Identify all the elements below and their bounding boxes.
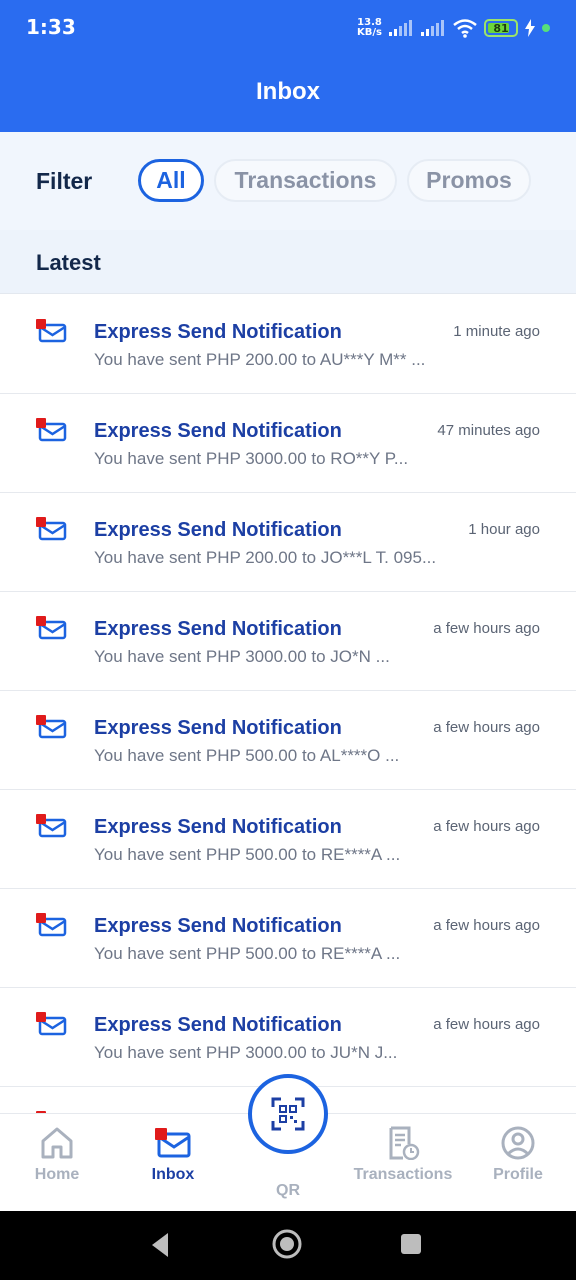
- message-time: 1 minute ago: [453, 323, 540, 340]
- nav-profile[interactable]: Profile: [463, 1126, 573, 1206]
- envelope-unread-icon: [36, 814, 67, 838]
- filter-label: Filter: [36, 168, 93, 194]
- nav-transactions[interactable]: Transactions: [348, 1126, 458, 1206]
- nav-home[interactable]: Home: [2, 1126, 112, 1206]
- nav-label: Inbox: [151, 1166, 195, 1183]
- nav-label: Profile: [493, 1166, 543, 1183]
- message-title: Express Send Notification: [94, 420, 342, 442]
- message-title: Express Send Notification: [94, 717, 342, 739]
- message-title: Express Send Notification: [94, 816, 342, 838]
- filter-chip-label: Promos: [426, 167, 512, 193]
- list-item[interactable]: Express Send Notification a few hours ag…: [0, 889, 576, 988]
- filter-chip-label: Transactions: [234, 167, 377, 193]
- envelope-unread-icon: [36, 616, 67, 640]
- nav-inbox[interactable]: Inbox: [118, 1126, 228, 1206]
- status-bar: 1:33 13.8 KB/s 81: [0, 0, 576, 56]
- home-circle-icon[interactable]: [271, 1228, 303, 1260]
- battery-icon: 81: [484, 19, 518, 37]
- list-item[interactable]: Express Send Notification 47 minutes ago…: [0, 394, 576, 493]
- battery-percent: 81: [493, 21, 509, 35]
- filter-chip-promos[interactable]: Promos: [407, 159, 531, 202]
- network-speed-unit: KB/s: [357, 27, 382, 38]
- recents-icon[interactable]: [399, 1232, 423, 1256]
- message-title: Express Send Notification: [94, 915, 342, 937]
- envelope-unread-icon: [36, 517, 67, 541]
- filter-chip-all[interactable]: All: [138, 159, 204, 202]
- signal-icon-2: [421, 20, 444, 36]
- profile-icon: [501, 1126, 535, 1160]
- message-preview: You have sent PHP 3000.00 to JO*N ...: [94, 647, 390, 666]
- message-time: a few hours ago: [433, 818, 540, 835]
- network-speed: 13.8 KB/s: [357, 18, 382, 38]
- message-list: Express Send Notification 1 minute ago Y…: [0, 295, 576, 1113]
- message-preview: You have sent PHP 3000.00 to RO**Y P...: [94, 449, 409, 468]
- message-preview: You have sent PHP 500.00 to RE****A ...: [94, 944, 401, 963]
- envelope-unread-icon: [36, 1012, 67, 1036]
- message-preview: You have sent PHP 200.00 to AU***Y M** .…: [94, 350, 426, 369]
- nav-label: Home: [34, 1166, 80, 1183]
- qr-scan-icon: [271, 1097, 305, 1131]
- message-preview: You have sent PHP 3000.00 to JU*N J...: [94, 1043, 398, 1062]
- charging-icon: [525, 19, 535, 37]
- message-time: a few hours ago: [433, 719, 540, 736]
- message-time: a few hours ago: [433, 1016, 540, 1033]
- page-title: Inbox: [256, 78, 320, 105]
- home-icon: [41, 1127, 73, 1159]
- status-time: 1:33: [26, 15, 76, 39]
- nav-label: Transactions: [353, 1166, 453, 1183]
- message-time: 47 minutes ago: [437, 422, 540, 439]
- list-item[interactable]: Express Send Notification 1 hour ago You…: [0, 493, 576, 592]
- nav-label: QR: [276, 1182, 300, 1199]
- message-title: Express Send Notification: [94, 321, 342, 343]
- wifi-icon: [453, 19, 477, 38]
- message-time: a few hours ago: [433, 917, 540, 934]
- message-preview: You have sent PHP 500.00 to RE****A ...: [94, 845, 401, 864]
- message-title: Express Send Notification: [94, 1014, 342, 1036]
- message-title: Express Send Notification: [94, 618, 342, 640]
- list-item[interactable]: Express Send Notification a few hours ag…: [0, 592, 576, 691]
- receipt-icon: [389, 1126, 420, 1160]
- back-icon[interactable]: [148, 1230, 172, 1260]
- envelope-unread-icon: [36, 319, 67, 343]
- message-time: 1 hour ago: [468, 521, 540, 538]
- section-header: Latest: [0, 230, 576, 294]
- qr-scan-button[interactable]: [248, 1074, 328, 1154]
- list-item[interactable]: Express Send Notification a few hours ag…: [0, 691, 576, 790]
- system-nav-bar: [0, 1211, 576, 1280]
- inbox-icon: [155, 1128, 191, 1158]
- section-title: Latest: [36, 250, 101, 275]
- envelope-unread-icon: [36, 913, 67, 937]
- signal-icon: [389, 20, 412, 36]
- list-item[interactable]: Express Send Notification a few hours ag…: [0, 988, 576, 1087]
- status-icons: 13.8 KB/s 81: [357, 16, 550, 40]
- message-preview: You have sent PHP 200.00 to JO***L T. 09…: [94, 548, 437, 567]
- list-item[interactable]: Express Send Notification 1 minute ago Y…: [0, 295, 576, 394]
- filter-bar: Filter All Transactions Promos: [0, 132, 576, 230]
- message-title: Express Send Notification: [94, 519, 342, 541]
- privacy-dot-icon: [542, 24, 550, 32]
- message-time: a few hours ago: [433, 620, 540, 637]
- envelope-unread-icon: [36, 418, 67, 442]
- app-bar: Inbox: [0, 56, 576, 132]
- filter-chip-label: All: [156, 167, 186, 193]
- envelope-unread-icon: [36, 715, 67, 739]
- message-preview: You have sent PHP 500.00 to AL****O ...: [94, 746, 400, 765]
- filter-chip-transactions[interactable]: Transactions: [214, 159, 397, 202]
- list-item[interactable]: Express Send Notification a few hours ag…: [0, 790, 576, 889]
